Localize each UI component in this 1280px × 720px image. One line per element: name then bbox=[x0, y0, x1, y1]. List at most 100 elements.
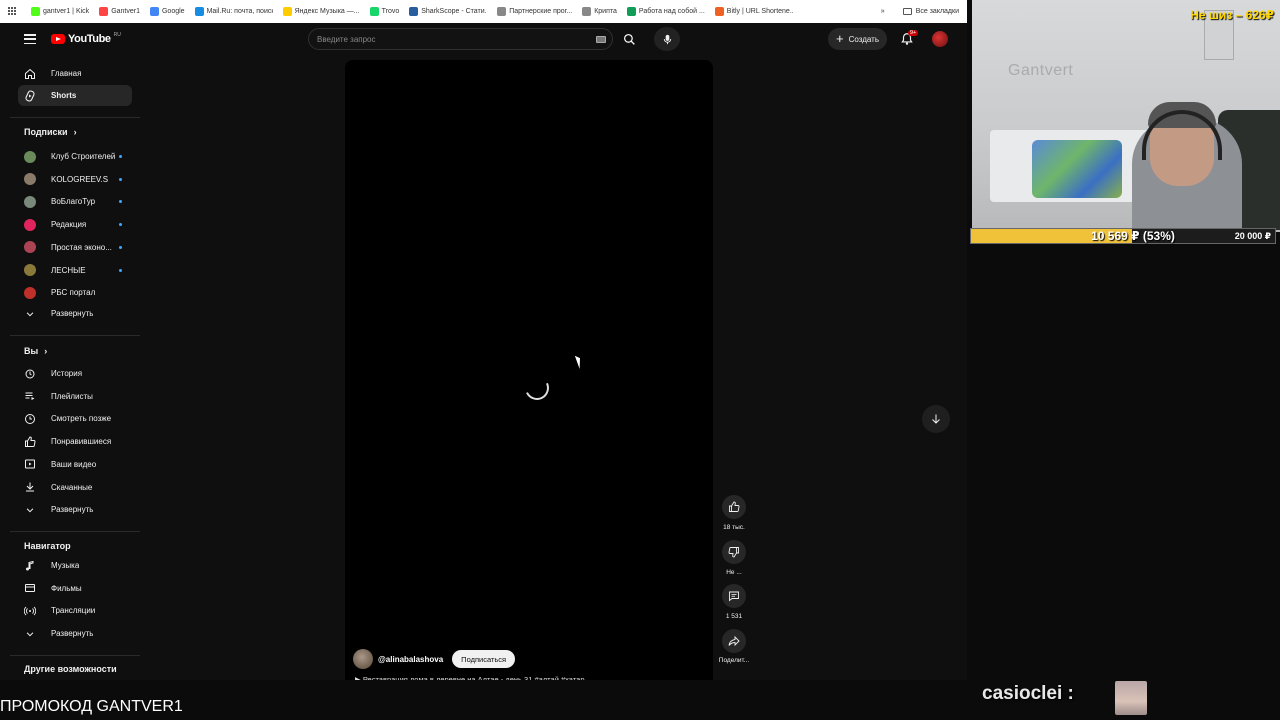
sidebar-item-label: Shorts bbox=[51, 91, 77, 100]
you-heading[interactable]: Вы › bbox=[24, 346, 47, 356]
short-title[interactable]: ▶ Реставрация дома в деревне на Алтае - … bbox=[355, 673, 625, 680]
bookmark-item[interactable]: gantver1 | Kick bbox=[31, 7, 89, 16]
expand-label: Развернуть bbox=[51, 629, 94, 638]
sidebar-item-like[interactable]: Понравившиеся bbox=[18, 431, 132, 452]
navigator-heading: Навигатор bbox=[24, 541, 71, 551]
next-short-button[interactable] bbox=[922, 405, 950, 433]
sidebar-item-label: Смотреть позже bbox=[51, 414, 112, 424]
shorts-icon bbox=[24, 89, 36, 102]
microphone-icon bbox=[663, 34, 671, 44]
sidebar-expand-you[interactable]: Развернуть bbox=[18, 499, 132, 520]
sidebar-subscription-item[interactable]: ЛЕСНЫЕ bbox=[18, 260, 132, 281]
bookmark-label: Mail.Ru: почта, поиск... bbox=[206, 8, 273, 15]
channel-avatar-icon bbox=[24, 150, 36, 163]
sidebar-item-label: Простая эконо... bbox=[51, 242, 112, 252]
comment-icon bbox=[729, 591, 739, 602]
bookmark-item[interactable]: SharkScope - Стати... bbox=[409, 7, 487, 16]
sidebar-item-playlists[interactable]: Плейлисты bbox=[18, 386, 132, 407]
keyboard-icon[interactable] bbox=[596, 35, 606, 43]
bookmark-item[interactable]: Bitly | URL Shortene... bbox=[714, 7, 793, 16]
shorts-player[interactable] bbox=[345, 60, 713, 680]
webcam-wall-sign: Gantvert bbox=[1008, 62, 1074, 79]
sidebar-subscription-item[interactable]: Простая эконо... bbox=[18, 237, 132, 258]
apps-grid-icon[interactable] bbox=[8, 7, 17, 16]
sidebar-item-history[interactable]: История bbox=[18, 363, 132, 384]
sidebar-item-label: Ваши видео bbox=[51, 459, 97, 469]
bookmark-label: Яндекс Музыка —... bbox=[294, 8, 360, 15]
logo-region: RU bbox=[113, 32, 121, 38]
search-button[interactable] bbox=[614, 28, 644, 50]
webcam-blanket bbox=[1032, 140, 1122, 198]
bookmark-label: SharkScope - Стати... bbox=[421, 8, 488, 15]
sidebar-item-watch-later[interactable]: Смотреть позже bbox=[18, 408, 132, 429]
sidebar-divider bbox=[10, 655, 140, 656]
sidebar-item-live[interactable]: Трансляции bbox=[18, 600, 132, 621]
chat-username: casioclei : bbox=[982, 683, 1074, 704]
youtube-logo[interactable]: YouTube RU bbox=[51, 32, 121, 45]
bookmark-item[interactable]: Яндекс Музыка —... bbox=[282, 7, 360, 16]
subscriptions-heading[interactable]: Подписки › bbox=[24, 127, 77, 137]
bookmark-item[interactable]: Партнерские прог... bbox=[497, 7, 572, 16]
bookmark-label: Bitly | URL Shortene... bbox=[726, 8, 793, 15]
sidebar-item-label: ЛЕСНЫЕ bbox=[51, 265, 86, 275]
share-icon bbox=[728, 635, 740, 647]
new-content-dot bbox=[119, 200, 122, 204]
sidebar-expand-subscriptions[interactable]: Развернуть bbox=[18, 303, 132, 324]
subscriptions-title: Подписки bbox=[24, 127, 68, 137]
account-avatar[interactable] bbox=[932, 31, 948, 47]
search-box[interactable]: Введите запрос bbox=[308, 28, 613, 50]
chevron-down-icon bbox=[24, 504, 36, 516]
create-button[interactable]: + Создать bbox=[828, 28, 887, 50]
arrow-down-icon bbox=[932, 414, 940, 424]
bookmark-favicon-icon bbox=[99, 7, 109, 16]
comments-button[interactable] bbox=[722, 584, 746, 608]
bookmark-item[interactable]: Крипта bbox=[582, 7, 617, 16]
subscribe-button[interactable]: Подписаться bbox=[452, 650, 516, 668]
search-icon bbox=[623, 33, 635, 45]
notifications-badge: 9+ bbox=[908, 30, 919, 36]
dislike-button[interactable] bbox=[722, 540, 746, 564]
sidebar-subscription-item[interactable]: ВоБлагоТур bbox=[18, 191, 132, 212]
music-icon bbox=[24, 560, 36, 572]
sidebar-item-label: Трансляции bbox=[51, 606, 96, 616]
sidebar-item-label: Плейлисты bbox=[51, 391, 93, 401]
chevron-right-icon: › bbox=[73, 127, 77, 137]
sidebar-subscription-item[interactable]: Клуб Строителей bbox=[18, 146, 132, 167]
short-channel-row: @alinabalashova Подписаться bbox=[353, 649, 516, 669]
channel-avatar[interactable] bbox=[353, 649, 373, 669]
sidebar-expand-navigator[interactable]: Развернуть bbox=[18, 623, 132, 644]
sidebar-subscription-item[interactable]: РБС портал bbox=[18, 282, 132, 303]
sidebar-item-label: Понравившиеся bbox=[51, 437, 112, 447]
sidebar-item-shorts[interactable]: Shorts bbox=[18, 85, 132, 106]
sidebar-item-your-videos[interactable]: Ваши видео bbox=[18, 454, 132, 475]
all-bookmarks-button[interactable]: Все закладки bbox=[902, 8, 959, 15]
bookmark-item[interactable]: Работа над собой ... bbox=[626, 7, 705, 16]
new-content-dot bbox=[119, 223, 122, 227]
expand-label: Развернуть bbox=[51, 505, 94, 514]
folder-icon bbox=[902, 8, 912, 15]
sidebar-subscription-item[interactable]: KOLOGREEV.S bbox=[18, 169, 132, 190]
donation-goal-progress: 10 569 ₽ (53%) bbox=[1091, 229, 1175, 243]
downloads-icon bbox=[24, 481, 36, 493]
sidebar-item-downloads[interactable]: Скачанные bbox=[18, 477, 132, 498]
sidebar-item-home[interactable]: Главная bbox=[18, 63, 132, 84]
you-title: Вы bbox=[24, 346, 39, 356]
search-input[interactable]: Введите запрос bbox=[317, 35, 596, 44]
menu-icon[interactable] bbox=[24, 34, 36, 44]
sidebar-subscription-item[interactable]: Редакция bbox=[18, 214, 132, 235]
like-button[interactable] bbox=[722, 495, 746, 519]
bookmark-item[interactable]: Trovo bbox=[369, 7, 399, 16]
bookmark-item[interactable]: Mail.Ru: почта, поиск... bbox=[194, 7, 273, 16]
bookmarks-more-icon[interactable]: » bbox=[881, 8, 885, 15]
bookmark-favicon-icon bbox=[497, 7, 507, 16]
channel-avatar-icon bbox=[24, 241, 36, 254]
bookmark-item[interactable]: Gantver1 bbox=[99, 7, 140, 16]
sidebar-item-films[interactable]: Фильмы bbox=[18, 578, 132, 599]
channel-handle[interactable]: @alinabalashova bbox=[378, 655, 443, 664]
like-count: 18 тыс. bbox=[723, 524, 745, 531]
share-button[interactable] bbox=[722, 629, 746, 653]
sidebar-item-music[interactable]: Музыка bbox=[18, 555, 132, 576]
bookmark-item[interactable]: Google bbox=[149, 7, 185, 16]
sidebar-item-label: Музыка bbox=[51, 561, 80, 570]
voice-search-button[interactable] bbox=[654, 27, 680, 51]
